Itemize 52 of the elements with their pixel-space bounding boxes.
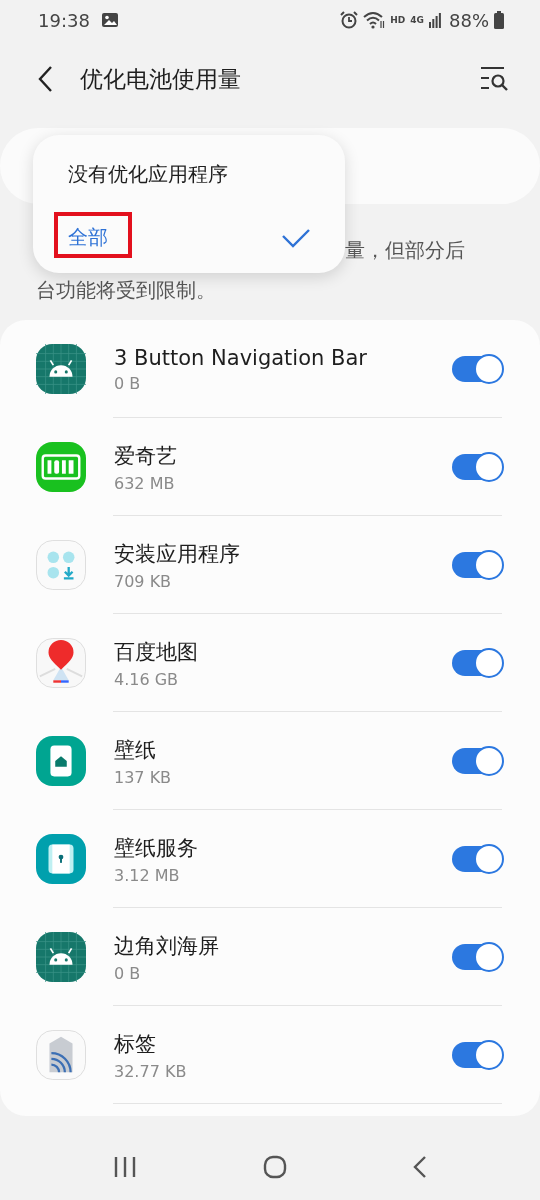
app-name: 安装应用程序 [114, 540, 241, 568]
app-size: 0 B [114, 963, 142, 983]
app-size: 137 KB [114, 767, 173, 787]
toggle-switch[interactable] [452, 552, 502, 578]
check-icon [281, 227, 311, 248]
app-name: 3 Button Navigation Bar [114, 345, 368, 370]
back-icon[interactable] [37, 65, 53, 93]
toggle-switch[interactable] [452, 454, 502, 480]
app-name: 壁纸 [114, 736, 157, 764]
app-size: 3.12 MB [114, 865, 181, 885]
signal-icon [429, 12, 441, 28]
battery-icon [494, 11, 504, 29]
wifi-icon [363, 11, 386, 29]
menu-item[interactable]: 没有优化应用程序 [33, 143, 345, 206]
description-text: 台功能将受到限制。 [36, 277, 216, 304]
search-list-icon[interactable] [480, 66, 510, 92]
hd-label: HD [390, 15, 406, 25]
wallpaper-app-icon [36, 736, 86, 786]
app-size: 632 MB [114, 473, 176, 493]
image-icon [100, 12, 119, 28]
page-title: 优化电池使用量 [80, 64, 241, 94]
android-app-icon [36, 344, 86, 394]
toggle-switch[interactable] [452, 650, 502, 676]
app-name: 标签 [114, 1030, 157, 1058]
back-nav-icon[interactable] [413, 1156, 427, 1178]
app-name: 爱奇艺 [114, 442, 178, 470]
app-size: 0 B [114, 373, 142, 393]
app-name: 壁纸服务 [114, 834, 199, 862]
android-app-icon [36, 932, 86, 982]
description-text: 量，但部分后 [345, 237, 465, 264]
app-size: 709 KB [114, 571, 173, 591]
toggle-switch[interactable] [452, 944, 502, 970]
tag-app-icon [36, 1030, 86, 1080]
toggle-switch[interactable] [452, 356, 502, 382]
home-icon[interactable] [263, 1155, 287, 1179]
toggle-switch[interactable] [452, 748, 502, 774]
battery-percent: 88% [449, 9, 489, 31]
status-time: 19:38 [38, 9, 90, 31]
recents-icon[interactable] [113, 1156, 137, 1178]
network-label: 4G [410, 15, 424, 25]
video-app-icon [36, 442, 86, 492]
toggle-switch[interactable] [452, 846, 502, 872]
app-size: 32.77 KB [114, 1061, 188, 1081]
lock-screen-app-icon [36, 834, 86, 884]
menu-item[interactable]: 全部 [33, 206, 345, 269]
toggle-switch[interactable] [452, 1042, 502, 1068]
alarm-icon [340, 11, 359, 29]
app-name: 百度地图 [114, 638, 199, 666]
app-name: 边角刘海屏 [114, 932, 220, 960]
installer-app-icon [36, 540, 86, 590]
map-pin-app-icon [36, 638, 86, 688]
app-size: 4.16 GB [114, 669, 180, 689]
